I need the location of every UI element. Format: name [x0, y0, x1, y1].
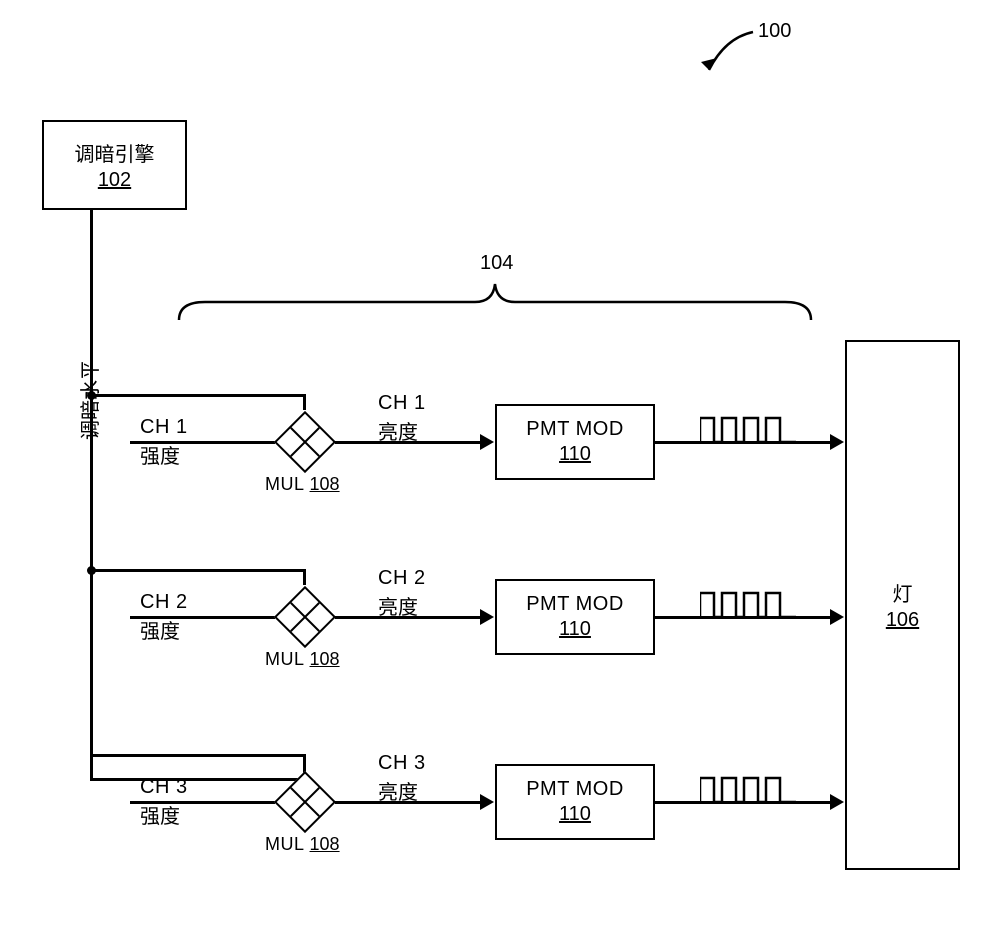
brace-icon [175, 280, 815, 329]
arrowhead-icon [830, 434, 844, 450]
diagram-canvas: 100 调暗引擎 102 调暗水平 104 灯 106 CH 1 强度 MUL … [0, 0, 1000, 947]
pwm-icon [700, 774, 796, 804]
pmt-mod-block: PMT MOD 110 [495, 764, 655, 840]
ch-out-label: CH 2 [378, 567, 426, 590]
line [90, 569, 305, 572]
dimmer-engine-block: 调暗引擎 102 [42, 120, 187, 210]
ch-label: CH 1 [140, 416, 188, 439]
pwm-icon [700, 414, 796, 444]
multiplier-icon [274, 586, 336, 648]
pmt-label: PMT MOD [526, 593, 624, 616]
dimmer-engine-ref: 102 [98, 169, 131, 192]
pmt-label: PMT MOD [526, 418, 624, 441]
intensity-label: 强度 [140, 615, 180, 644]
lamp-label: 灯 [893, 578, 913, 607]
arrowhead-icon [830, 794, 844, 810]
pmt-ref: 110 [559, 443, 591, 466]
line [90, 210, 93, 780]
ch-label: CH 2 [140, 591, 188, 614]
arrowhead-icon [480, 434, 494, 450]
line [130, 616, 275, 619]
mul-label: MUL 108 [265, 834, 340, 855]
ch-out-label: CH 1 [378, 392, 426, 415]
brightness-label: 亮度 [378, 416, 418, 445]
ch-out-label: CH 3 [378, 752, 426, 775]
arrowhead-icon [480, 794, 494, 810]
ref-arrow-icon [695, 28, 765, 88]
lamp-ref: 106 [886, 609, 919, 632]
line [90, 778, 305, 781]
pmt-label: PMT MOD [526, 778, 624, 801]
line [90, 394, 305, 397]
line [130, 801, 275, 804]
line [90, 754, 305, 757]
group-ref: 104 [480, 252, 513, 275]
intensity-label: 强度 [140, 800, 180, 829]
line [303, 754, 306, 770]
brightness-label: 亮度 [378, 591, 418, 620]
pmt-ref: 110 [559, 803, 591, 826]
mul-label: MUL 108 [265, 474, 340, 495]
line [303, 394, 306, 410]
line [303, 569, 306, 585]
arrowhead-icon [480, 609, 494, 625]
mul-label: MUL 108 [265, 649, 340, 670]
pmt-mod-block: PMT MOD 110 [495, 404, 655, 480]
intensity-label: 强度 [140, 440, 180, 469]
line [130, 441, 275, 444]
pmt-ref: 110 [559, 618, 591, 641]
arrowhead-icon [830, 609, 844, 625]
pmt-mod-block: PMT MOD 110 [495, 579, 655, 655]
ch-label: CH 3 [140, 776, 188, 799]
multiplier-icon [274, 411, 336, 473]
dimmer-engine-label: 调暗引擎 [75, 138, 155, 167]
lamp-block: 灯 106 [845, 340, 960, 870]
dimming-level-label: 调暗水平 [74, 360, 103, 440]
brightness-label: 亮度 [378, 776, 418, 805]
pwm-icon [700, 589, 796, 619]
